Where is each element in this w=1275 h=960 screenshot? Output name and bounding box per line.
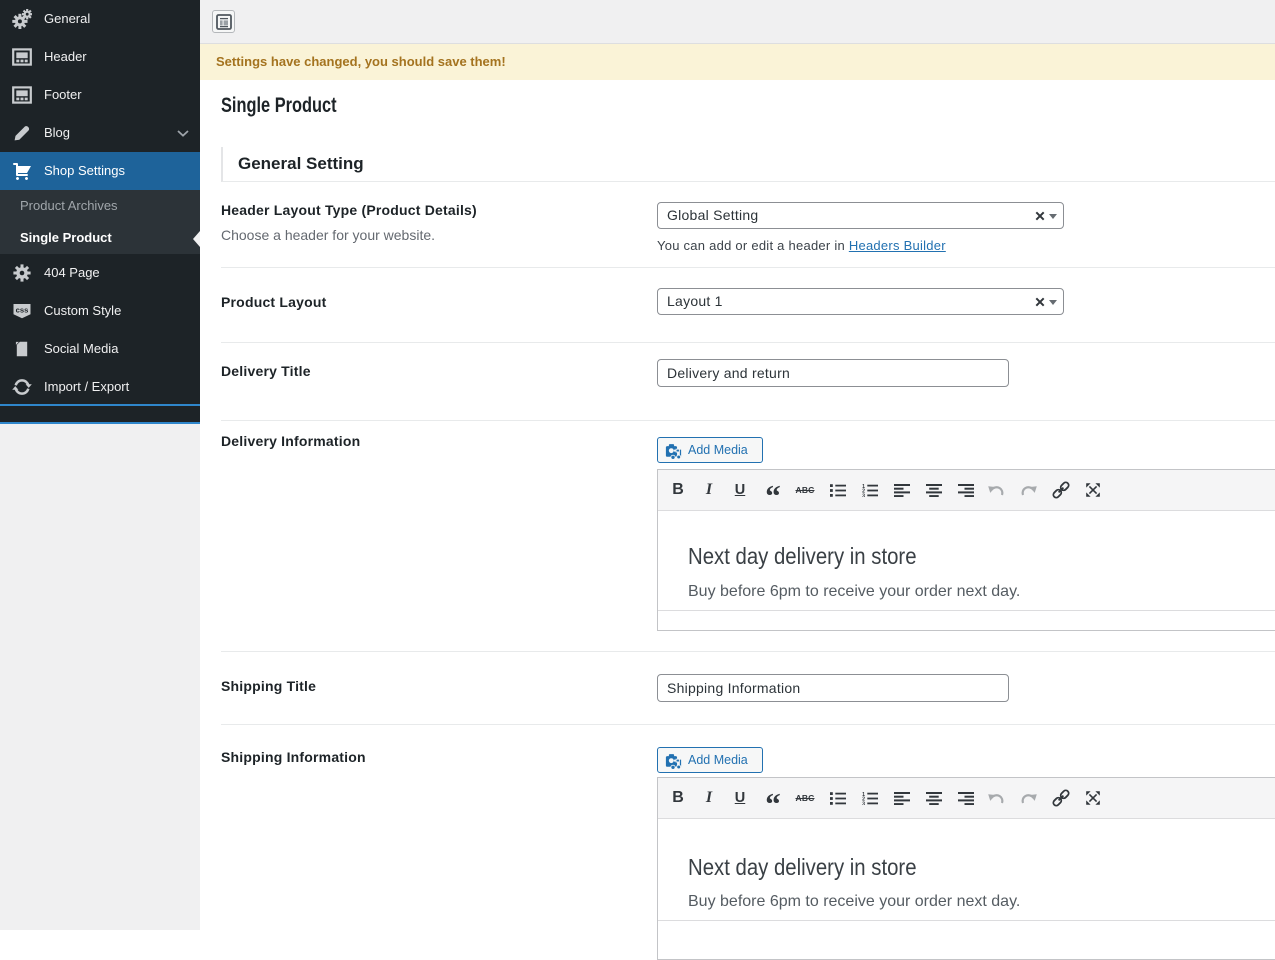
svg-text:3: 3 (862, 493, 865, 497)
svg-text:css: css (16, 306, 29, 315)
svg-text:3: 3 (862, 801, 865, 805)
